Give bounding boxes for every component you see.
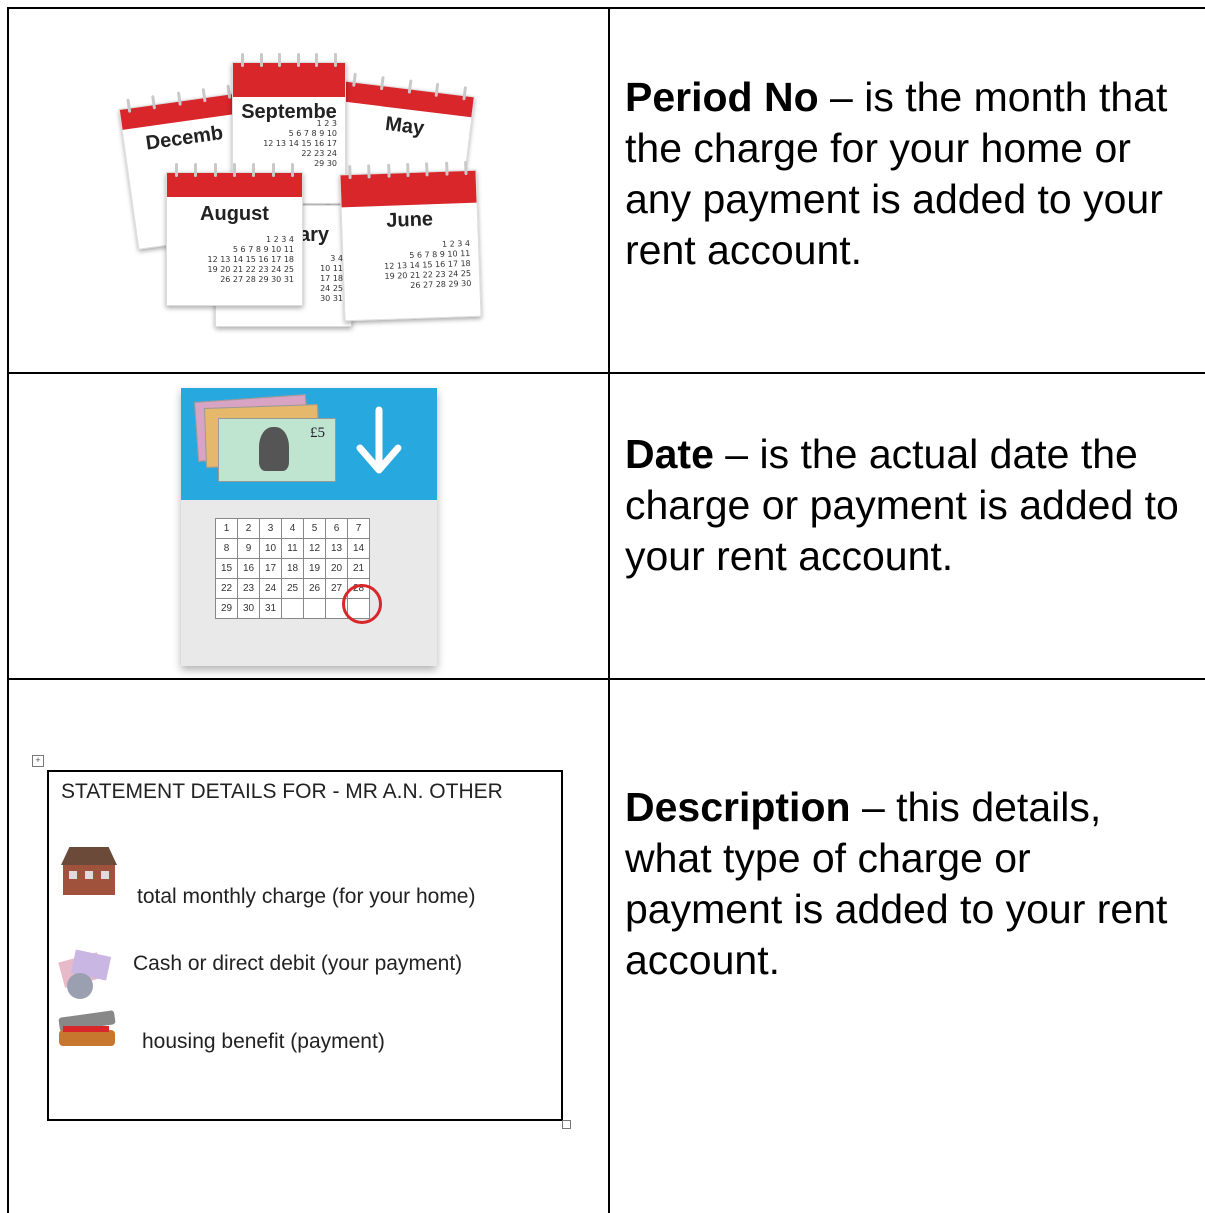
month-grid-day: 31 <box>259 598 282 619</box>
month-grid-day: 18 <box>281 558 304 579</box>
banknote-5-icon: £5 <box>218 418 336 482</box>
banknote-value: £5 <box>310 425 325 441</box>
month-grid-week: 1234567 <box>215 518 370 539</box>
month-grid-day: 21 <box>347 558 370 579</box>
month-grid-day: 8 <box>215 538 238 559</box>
month-grid-day: 20 <box>325 558 348 579</box>
month-grid-day: 17 <box>259 558 282 579</box>
month-grid-day: 6 <box>325 518 348 539</box>
month-grid-day <box>303 598 326 619</box>
statement-item-label: total monthly charge (for your home) <box>137 885 476 908</box>
month-grid-day: 4 <box>281 518 304 539</box>
date-definition: Date – is the actual date the charge or … <box>625 429 1195 582</box>
month-grid-day: 13 <box>325 538 348 559</box>
month-grid-day: 25 <box>281 578 304 599</box>
month-grid-day: 9 <box>237 538 260 559</box>
calendar-page-june: June 1 2 3 45 6 7 8 9 10 11 12 13 14 15 1… <box>339 160 482 322</box>
cash-icon <box>57 947 115 1005</box>
statement-item-label: housing benefit (payment) <box>142 1030 385 1053</box>
month-grid-day: 11 <box>281 538 304 559</box>
month-grid-day: 29 <box>215 598 238 619</box>
table-divider-vertical <box>608 7 610 1213</box>
date-term: Date <box>625 431 714 477</box>
house-icon <box>55 847 123 901</box>
month-grid-day: 24 <box>259 578 282 599</box>
period-no-definition: Period No – is the month that the charge… <box>625 72 1195 276</box>
statement-item-label: Cash or direct debit (your payment) <box>133 952 463 975</box>
statement-box: STATEMENT DETAILS FOR - MR A.N. OTHER to… <box>47 770 563 1121</box>
month-grid-day: 23 <box>237 578 260 599</box>
month-grid-day: 22 <box>215 578 238 599</box>
move-handle-icon[interactable]: + <box>32 755 44 767</box>
circled-date-icon <box>342 584 382 624</box>
period-no-term: Period No <box>625 74 819 120</box>
resize-handle-icon[interactable] <box>562 1120 571 1129</box>
description-definition: Description – this details, what type of… <box>625 782 1195 986</box>
month-grid-day: 12 <box>303 538 326 559</box>
month-grid-week: 15 16 17 18 19 20 21 <box>215 558 370 579</box>
month-grid-day: 10 <box>259 538 282 559</box>
table-border-top <box>7 7 1205 9</box>
month-grid-day: 16 <box>237 558 260 579</box>
description-term: Description <box>625 784 851 830</box>
month-grid-day <box>281 598 304 619</box>
month-grid-day: 14 <box>347 538 370 559</box>
month-grid-day: 2 <box>237 518 260 539</box>
month-grid-day: 26 <box>303 578 326 599</box>
calendar-page-august: August 1 2 3 45 6 7 8 9 10 11 12 13 14 15… <box>166 163 303 306</box>
month-grid-day: 30 <box>237 598 260 619</box>
banknote-portrait-icon <box>259 427 289 471</box>
month-grid-day: 15 <box>215 558 238 579</box>
statement-title: STATEMENT DETAILS FOR - MR A.N. OTHER <box>61 780 503 803</box>
table-row-divider-2 <box>7 678 1205 680</box>
month-grid-day: 1 <box>215 518 238 539</box>
month-grid-day: 7 <box>347 518 370 539</box>
coins-icon <box>57 1010 119 1050</box>
month-grid-week: 8 9 10 11 12 13 14 <box>215 538 370 559</box>
month-grid-day: 3 <box>259 518 282 539</box>
table-border-left <box>7 7 9 1213</box>
month-grid-day: 5 <box>303 518 326 539</box>
arrow-down-icon <box>356 406 402 474</box>
month-grid-day: 19 <box>303 558 326 579</box>
table-row-divider-1 <box>7 372 1205 374</box>
